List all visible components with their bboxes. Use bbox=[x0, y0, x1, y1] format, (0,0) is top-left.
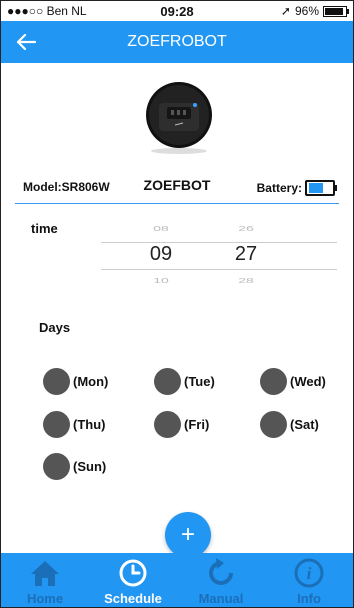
robot-image bbox=[145, 77, 213, 155]
minute-current: 27 bbox=[234, 243, 258, 265]
days-label: Days bbox=[39, 320, 71, 335]
page-title: ZOEFROBOT bbox=[127, 33, 227, 50]
tab-info[interactable]: i Info bbox=[265, 553, 353, 607]
tab-label: Schedule bbox=[104, 591, 162, 606]
battery-percent: 96% bbox=[294, 4, 319, 18]
add-schedule-button[interactable]: + bbox=[165, 512, 211, 558]
hour-prev: 08 bbox=[153, 223, 169, 233]
tab-label: Manual bbox=[198, 591, 244, 606]
day-checkbox[interactable] bbox=[260, 411, 287, 438]
day-checkbox[interactable] bbox=[154, 411, 181, 438]
time-picker[interactable]: 08 09 10 26 27 28 bbox=[101, 215, 337, 295]
tab-label: Home bbox=[26, 591, 64, 606]
day-checkbox[interactable] bbox=[43, 453, 70, 480]
tab-label: Info bbox=[297, 591, 321, 606]
day-label: (Mon) bbox=[73, 374, 109, 389]
refresh-icon bbox=[177, 557, 265, 589]
day-toggle-sun[interactable]: (Sun) bbox=[43, 453, 106, 480]
day-checkbox[interactable] bbox=[260, 368, 287, 395]
robot-battery-icon bbox=[305, 180, 337, 196]
status-right: ➚ 96% bbox=[280, 4, 349, 18]
day-toggle-thu[interactable]: (Thu) bbox=[43, 411, 105, 438]
day-label: (Sun) bbox=[73, 459, 107, 474]
day-toggle-sat[interactable]: (Sat) bbox=[260, 411, 319, 438]
day-toggle-fri[interactable]: (Fri) bbox=[154, 411, 209, 438]
home-icon bbox=[1, 557, 89, 589]
day-label: (Fri) bbox=[184, 417, 210, 432]
clock-icon bbox=[89, 557, 177, 589]
day-checkbox[interactable] bbox=[43, 411, 70, 438]
hour-wheel[interactable]: 08 09 10 bbox=[131, 215, 191, 293]
minute-wheel[interactable]: 26 27 28 bbox=[216, 215, 276, 293]
battery-icon bbox=[323, 5, 349, 17]
status-bar: ●●●○○ Ben NL 09:28 ➚ 96% bbox=[1, 1, 353, 21]
day-label: (Sat) bbox=[290, 417, 319, 432]
tab-home[interactable]: Home bbox=[1, 553, 89, 607]
divider bbox=[15, 203, 339, 204]
day-label: (Wed) bbox=[290, 374, 326, 389]
time-label: time bbox=[31, 221, 58, 236]
device-info-row: Model:SR806W ZOEFBOT Battery: bbox=[1, 177, 353, 199]
tab-bar: Home Schedule Manual i Info bbox=[1, 553, 353, 607]
info-icon: i bbox=[265, 557, 353, 589]
battery-status: Battery: bbox=[256, 180, 337, 196]
day-toggle-mon[interactable]: (Mon) bbox=[43, 368, 108, 395]
day-checkbox[interactable] bbox=[43, 368, 70, 395]
tab-manual[interactable]: Manual bbox=[177, 553, 265, 607]
battery-label: Battery: bbox=[256, 181, 302, 195]
svg-text:i: i bbox=[307, 564, 312, 583]
app-header: ZOEFROBOT bbox=[1, 21, 353, 63]
day-toggle-wed[interactable]: (Wed) bbox=[260, 368, 326, 395]
day-label: (Thu) bbox=[73, 417, 106, 432]
day-toggle-tue[interactable]: (Tue) bbox=[154, 368, 215, 395]
day-checkbox[interactable] bbox=[154, 368, 181, 395]
hour-current: 09 bbox=[149, 243, 173, 265]
hour-next: 10 bbox=[153, 275, 169, 285]
minute-next: 28 bbox=[238, 275, 254, 285]
app-frame: ●●●○○ Ben NL 09:28 ➚ 96% ZOEFROBOT Model… bbox=[0, 0, 354, 608]
minute-prev: 26 bbox=[238, 223, 254, 233]
day-label: (Tue) bbox=[184, 374, 215, 389]
tab-schedule[interactable]: Schedule bbox=[89, 553, 177, 607]
location-icon: ➚ bbox=[280, 4, 291, 18]
